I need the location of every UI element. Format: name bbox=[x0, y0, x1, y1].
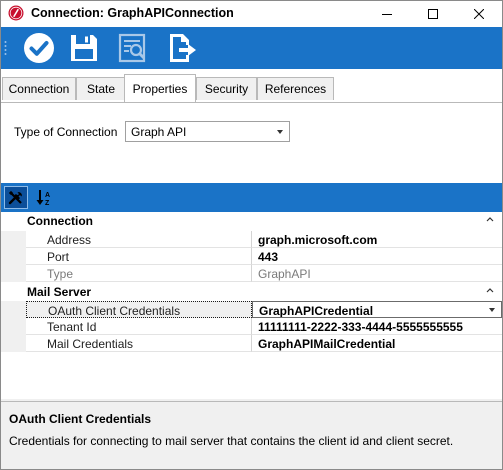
floppy-disk-icon bbox=[71, 35, 97, 61]
tab-properties[interactable]: Properties bbox=[124, 74, 196, 102]
property-name: Mail Credentials bbox=[26, 335, 252, 352]
property-name: Type bbox=[26, 265, 252, 282]
type-of-connection-value: Graph API bbox=[131, 125, 187, 139]
tab-state[interactable]: State bbox=[76, 77, 126, 100]
window-title: Connection: GraphAPIConnection bbox=[31, 6, 234, 20]
property-value-dropdown[interactable]: GraphAPICredential bbox=[252, 301, 502, 318]
categorized-button[interactable] bbox=[4, 186, 28, 209]
property-value[interactable]: graph.microsoft.com bbox=[252, 231, 502, 248]
main-toolbar bbox=[1, 27, 502, 69]
tools-icon bbox=[8, 190, 22, 204]
save-and-close-button[interactable] bbox=[22, 31, 56, 65]
tab-connection[interactable]: Connection bbox=[2, 77, 76, 100]
minimize-icon bbox=[382, 14, 392, 15]
category-row[interactable]: Mail Server bbox=[1, 283, 502, 300]
row-gutter bbox=[1, 335, 26, 352]
sort-az-icon: A Z bbox=[36, 189, 50, 207]
maximize-button[interactable] bbox=[410, 1, 456, 27]
property-value: GraphAPI bbox=[252, 265, 502, 282]
row-gutter bbox=[1, 248, 26, 265]
tab-security[interactable]: Security bbox=[196, 77, 257, 100]
close-button[interactable] bbox=[456, 1, 502, 27]
type-of-connection-select[interactable]: Graph API bbox=[125, 121, 290, 142]
property-value[interactable]: 443 bbox=[252, 248, 502, 265]
close-icon bbox=[474, 9, 484, 19]
minimize-button[interactable] bbox=[364, 1, 410, 27]
description-panel: OAuth Client Credentials Credentials for… bbox=[1, 401, 502, 469]
preview-button[interactable] bbox=[116, 31, 150, 65]
tab-strip: Connection State Properties Security Ref… bbox=[1, 69, 502, 103]
description-text: Credentials for connecting to mail serve… bbox=[9, 434, 454, 448]
checkmark-circle-icon bbox=[24, 33, 54, 63]
property-row[interactable]: Address graph.microsoft.com bbox=[1, 231, 502, 248]
toolbar-grip-icon[interactable] bbox=[4, 40, 7, 56]
property-grid: Connection Address graph.microsoft.com P… bbox=[1, 212, 502, 399]
document-search-icon bbox=[118, 33, 146, 63]
row-gutter bbox=[1, 231, 26, 248]
category-label: Mail Server bbox=[27, 285, 92, 299]
maximize-icon bbox=[428, 9, 438, 19]
title-bar: Connection: GraphAPIConnection bbox=[1, 1, 502, 27]
chevron-down-icon bbox=[277, 130, 283, 134]
svg-text:A: A bbox=[45, 192, 50, 199]
chevron-down-icon[interactable] bbox=[489, 308, 495, 312]
property-row[interactable]: Tenant Id 11111111-2222-333-4444-5555555… bbox=[1, 318, 502, 335]
save-button[interactable] bbox=[67, 31, 101, 65]
property-value[interactable]: GraphAPIMailCredential bbox=[252, 335, 502, 352]
property-value: GraphAPICredential bbox=[259, 304, 374, 318]
property-value[interactable]: 11111111-2222-333-4444-5555555555 bbox=[252, 318, 502, 335]
property-row[interactable]: OAuth Client Credentials GraphAPICredent… bbox=[1, 301, 502, 318]
app-logo-icon bbox=[8, 5, 24, 21]
property-row[interactable]: Mail Credentials GraphAPIMailCredential bbox=[1, 335, 502, 352]
type-of-connection-label: Type of Connection bbox=[14, 125, 118, 139]
category-label: Connection bbox=[27, 214, 93, 228]
description-title: OAuth Client Credentials bbox=[9, 412, 152, 426]
property-row[interactable]: Type GraphAPI bbox=[1, 265, 502, 282]
property-name: Port bbox=[26, 248, 252, 265]
collapse-caret-icon[interactable] bbox=[486, 216, 494, 222]
export-button[interactable] bbox=[165, 31, 199, 65]
sort-alphabetical-button[interactable]: A Z bbox=[32, 186, 56, 209]
property-grid-toolbar: A Z bbox=[1, 183, 502, 212]
property-name: OAuth Client Credentials bbox=[26, 301, 252, 318]
collapse-caret-icon[interactable] bbox=[486, 287, 494, 293]
category-row[interactable]: Connection bbox=[1, 212, 502, 229]
tab-references[interactable]: References bbox=[257, 77, 334, 100]
export-arrow-icon bbox=[170, 34, 196, 62]
row-gutter bbox=[1, 265, 26, 282]
property-row[interactable]: Port 443 bbox=[1, 248, 502, 265]
row-gutter bbox=[1, 301, 26, 318]
row-gutter bbox=[1, 318, 26, 335]
property-name: Address bbox=[26, 231, 252, 248]
properties-panel: Type of Connection Graph API bbox=[1, 103, 502, 183]
svg-text:Z: Z bbox=[45, 200, 50, 207]
property-name: Tenant Id bbox=[26, 318, 252, 335]
connection-window: Connection: GraphAPIConnection Connectio… bbox=[0, 0, 503, 470]
